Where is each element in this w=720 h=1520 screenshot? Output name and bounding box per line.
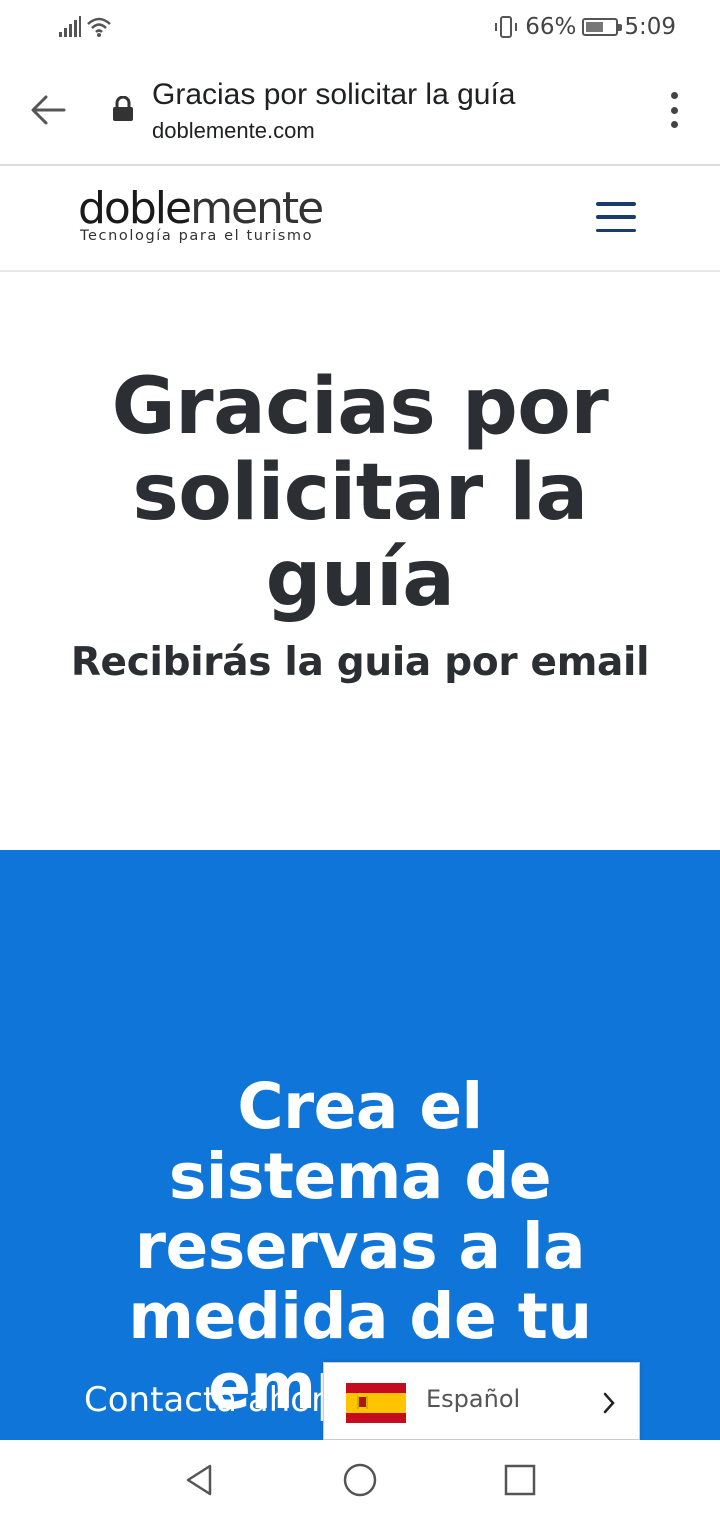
cta-section: Crea el sistema de reservas a la medida … — [0, 850, 720, 1440]
hero-subtitle: Recibirás la guia por email — [70, 640, 650, 685]
more-vert-icon[interactable] — [656, 88, 692, 132]
battery-icon — [582, 18, 623, 36]
hamburger-menu-icon[interactable] — [596, 202, 636, 232]
language-label: Español — [426, 1385, 521, 1413]
contact-link[interactable]: Contacta ahora — [84, 1380, 346, 1420]
system-nav-bar — [0, 1440, 720, 1520]
lock-icon — [113, 96, 133, 121]
hero-title: Gracias por solicitar la guía — [111, 362, 609, 624]
status-right: 66% 5:09 — [493, 12, 676, 42]
nav-back-icon[interactable] — [180, 1460, 220, 1500]
logo-tagline: Tecnología para el turismo — [80, 228, 314, 244]
site-logo[interactable]: doblemente Tecnología para el turismo — [78, 183, 324, 245]
language-selector[interactable]: Español — [323, 1362, 640, 1440]
battery-level — [586, 22, 604, 32]
status-left — [58, 14, 112, 40]
browser-toolbar: Gracias por solicitar la guía doblemente… — [0, 56, 720, 166]
signal-icon — [59, 16, 81, 37]
nav-recents-icon[interactable] — [500, 1460, 540, 1500]
nav-home-icon[interactable] — [340, 1460, 380, 1500]
clock: 5:09 — [624, 14, 676, 40]
site-header: doblemente Tecnología para el turismo — [0, 168, 720, 272]
battery-percent: 66% — [525, 14, 577, 40]
vibrate-icon — [495, 16, 518, 38]
logo-light: mente — [190, 183, 324, 234]
page-title[interactable]: Gracias por solicitar la guía — [152, 78, 516, 112]
logo-bold: doble — [78, 183, 192, 234]
hero-section: Gracias por solicitar la guía Recibirás … — [0, 272, 720, 850]
url-domain[interactable]: doblemente.com — [152, 118, 315, 144]
logo-wordmark: doblemente — [78, 183, 324, 234]
spain-flag-icon — [346, 1383, 406, 1423]
chevron-right-icon — [603, 1392, 615, 1414]
back-button[interactable] — [22, 84, 74, 136]
wifi-icon — [87, 17, 111, 37]
back-arrow-icon — [31, 95, 66, 125]
status-bar: 66% 5:09 — [0, 0, 720, 56]
